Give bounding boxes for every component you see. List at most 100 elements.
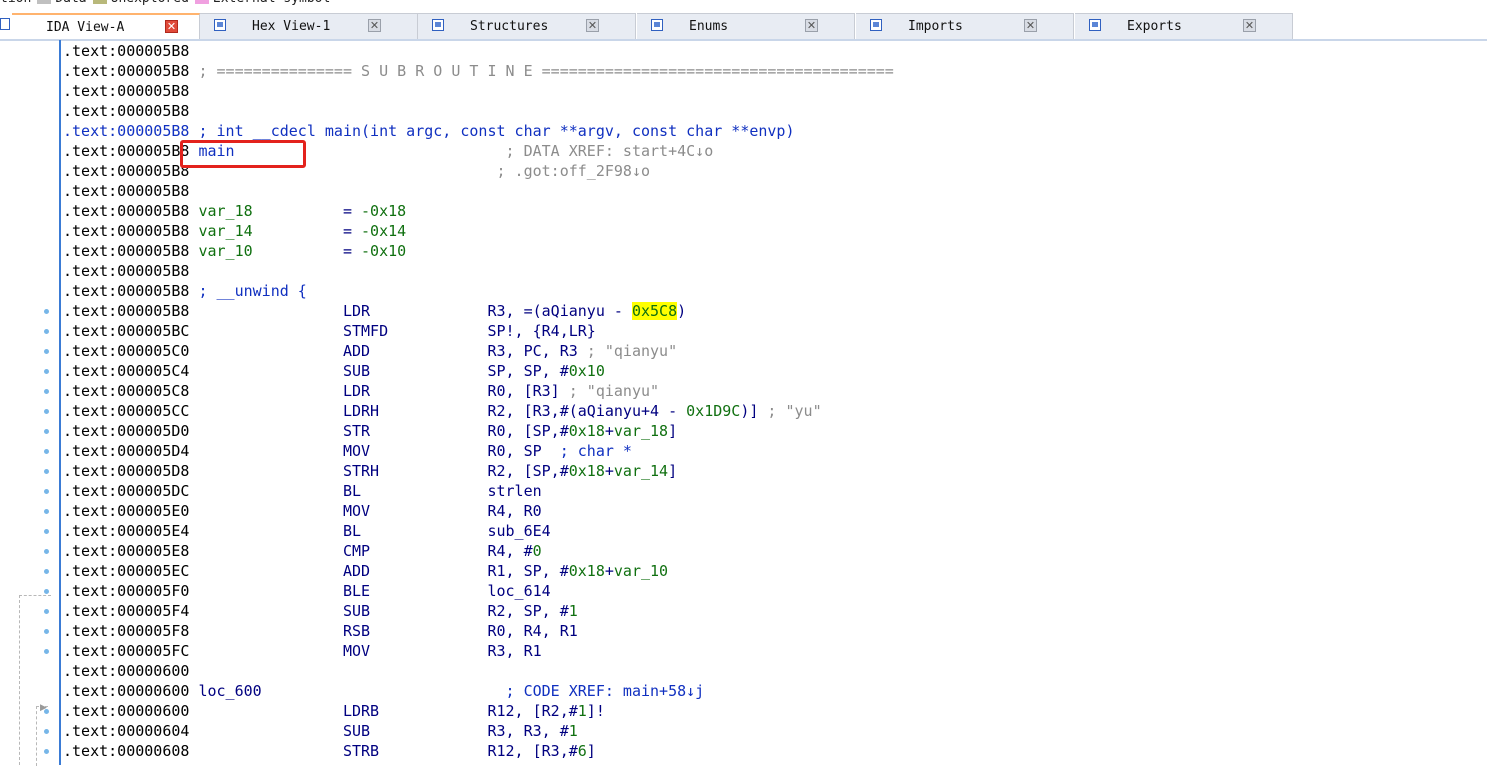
code-line[interactable]: .text:00000600 loc_600 ; CODE XREF: main… [63,682,1483,702]
code-line[interactable]: .text:000005B8 var_14 = -0x14 [63,222,1483,242]
tab-exports[interactable]: Exports ✕ [1075,13,1293,39]
line-address: .text:000005B8 [63,302,190,320]
code-token: + [604,562,614,580]
tab-view-icon [432,19,444,31]
code-token: ) [677,302,687,320]
code-line[interactable]: .text:00000608 STRB R12, [R3,#6] [63,742,1483,762]
code-token: var_14 [613,462,669,480]
code-line[interactable]: .text:000005DC BL strlen [63,482,1483,502]
line-address: .text:000005E8 [63,542,190,560]
code-token: STRB R12, [R3,# [189,742,578,760]
code-line[interactable]: .text:000005B8 ; =============== S U B R… [63,62,1483,82]
code-token: ] [668,462,678,480]
legend-label: External symbol [213,0,330,6]
line-address: .text:000005E0 [63,502,190,520]
code-token: 0x18 [568,462,605,480]
code-line[interactable]: .text:000005D8 STRH R2, [SP,#0x18+var_14… [63,462,1483,482]
code-line[interactable]: .text:000005B8 [63,82,1483,102]
line-address: .text:000005CC [63,402,190,420]
line-address: .text:000005D4 [63,442,190,460]
code-token: BL strlen [189,482,542,500]
breakpoint-dot-icon[interactable] [44,329,49,334]
code-token: RSB R0, R4, R1 [189,622,578,640]
code-line[interactable]: .text:000005E8 CMP R4, #0 [63,542,1483,562]
code-line[interactable]: .text:00000604 SUB R3, R3, #1 [63,722,1483,742]
close-icon[interactable]: ✕ [586,19,599,32]
breakpoint-dot-icon[interactable] [44,489,49,494]
code-token: var_10 [189,242,253,260]
code-token: LDRH R2, [R3,#(aQianyu+4 - [189,402,687,420]
legend-bar: tion Data Unexplored External symbol [0,0,1487,7]
code-line[interactable]: .text:000005B8 [63,182,1483,202]
code-line[interactable]: .text:000005D4 MOV R0, SP ; char * [63,442,1483,462]
breakpoint-dot-icon[interactable] [44,549,49,554]
breakpoint-dot-icon[interactable] [44,309,49,314]
code-line[interactable]: .text:000005EC ADD R1, SP, #0x18+var_10 [63,562,1483,582]
breakpoint-dot-icon[interactable] [44,449,49,454]
close-icon[interactable]: ✕ [1243,19,1256,32]
breakpoint-dot-icon[interactable] [44,589,49,594]
code-line[interactable]: .text:000005B8 [63,262,1483,282]
tab-label: Hex View-1 [252,19,331,34]
code-line[interactable]: .text:000005CC LDRH R2, [R3,#(aQianyu+4 … [63,402,1483,422]
code-line[interactable]: .text:000005F8 RSB R0, R4, R1 [63,622,1483,642]
line-address: .text:00000600 [63,682,190,700]
code-line[interactable]: .text:000005F0 BLE loc_614 [63,582,1483,602]
code-token: ; int __cdecl main(int argc, const char … [189,122,795,140]
code-token: LDR R0, [R3] [189,382,560,400]
code-token: var_10 [613,562,669,580]
tab-view-icon [651,19,663,31]
legend-label: tion [0,0,31,6]
code-token: CMP R4, # [189,542,533,560]
breakpoint-dot-icon[interactable] [44,569,49,574]
code-token: MOV R0, SP [189,442,542,460]
code-line[interactable]: .text:000005B8 ; __unwind { [63,282,1483,302]
code-line[interactable]: .text:000005B8 [63,42,1483,62]
code-line[interactable]: .text:000005B8 var_18 = -0x18 [63,202,1483,222]
code-token: BL sub_6E4 [189,522,551,540]
close-icon[interactable]: ✕ [805,19,818,32]
legend-swatch [37,0,52,4]
tab-view-icon [214,19,226,31]
tab-ida-view-a[interactable]: IDA View-A ✕ [12,13,200,39]
breakpoint-dot-icon[interactable] [44,349,49,354]
code-token: ] [586,742,596,760]
gutter-separator [59,40,61,765]
code-line[interactable]: .text:000005B8 [63,102,1483,122]
tab-imports[interactable]: Imports ✕ [856,13,1074,39]
code-line[interactable]: .text:000005B8 var_10 = -0x10 [63,242,1483,262]
code-line[interactable]: .text:000005F4 SUB R2, SP, #1 [63,602,1483,622]
code-line[interactable]: .text:000005C0 ADD R3, PC, R3 ; "qianyu" [63,342,1483,362]
breakpoint-dot-icon[interactable] [44,469,49,474]
code-token: STMFD SP!, {R4,LR} [189,322,596,340]
code-line[interactable]: .text:000005BC STMFD SP!, {R4,LR} [63,322,1483,342]
code-line[interactable]: .text:000005FC MOV R3, R1 [63,642,1483,662]
code-line[interactable]: .text:000005C8 LDR R0, [R3] ; "qianyu" [63,382,1483,402]
breakpoint-dot-icon[interactable] [44,509,49,514]
breakpoint-dot-icon[interactable] [44,369,49,374]
code-line[interactable]: .text:000005B8 ; int __cdecl main(int ar… [63,122,1483,142]
code-line[interactable]: .text:000005E0 MOV R4, R0 [63,502,1483,522]
breakpoint-dot-icon[interactable] [44,529,49,534]
code-token: ]! [586,702,605,720]
tab-structures[interactable]: Structures ✕ [418,13,636,39]
tab-hex-view-1[interactable]: Hex View-1 ✕ [200,13,418,39]
close-icon[interactable]: ✕ [368,19,381,32]
close-icon[interactable]: ✕ [165,20,178,33]
code-line[interactable]: .text:00000600 [63,662,1483,682]
breakpoint-dot-icon[interactable] [44,409,49,414]
code-line[interactable]: .text:000005C4 SUB SP, SP, #0x10 [63,362,1483,382]
code-line[interactable]: .text:000005B8 LDR R3, =(aQianyu - 0x5C8… [63,302,1483,322]
breakpoint-dot-icon[interactable] [44,429,49,434]
code-line[interactable]: .text:000005E4 BL sub_6E4 [63,522,1483,542]
flow-arrow-head-icon: ▶ [40,703,47,713]
line-address: .text:000005FC [63,642,190,660]
line-address: .text:000005D0 [63,422,190,440]
code-line[interactable]: .text:00000600 LDRB R12, [R2,#1]! [63,702,1483,722]
tab-enums[interactable]: Enums ✕ [637,13,855,39]
code-line[interactable]: .text:000005D0 STR R0, [SP,#0x18+var_18] [63,422,1483,442]
code-token: 0x18 [568,422,605,440]
line-address: .text:00000608 [63,742,190,760]
close-icon[interactable]: ✕ [1024,19,1037,32]
breakpoint-dot-icon[interactable] [44,389,49,394]
